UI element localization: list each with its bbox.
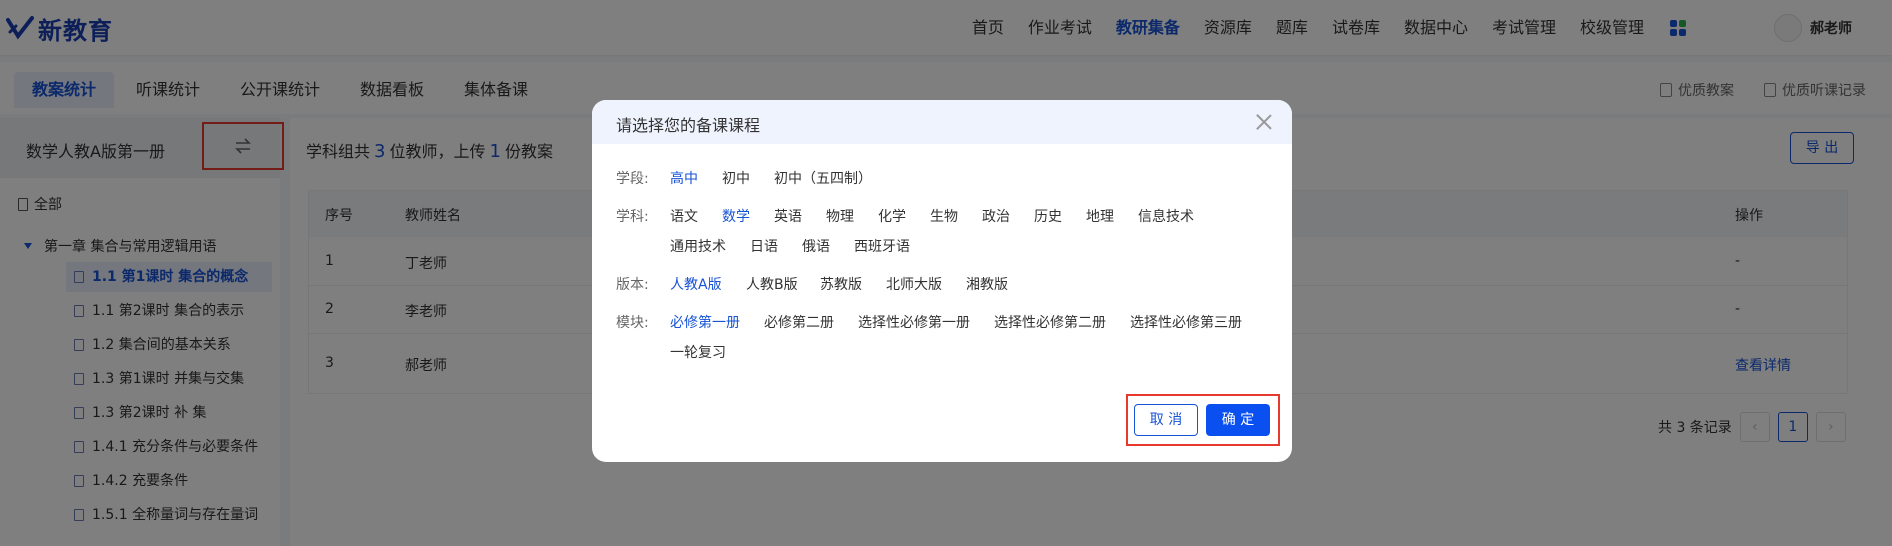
edition-option[interactable]: 人教A版	[670, 274, 722, 294]
subject-option[interactable]: 地理	[1086, 206, 1114, 226]
confirm-button[interactable]: 确 定	[1206, 404, 1270, 436]
module-option[interactable]: 一轮复习	[670, 342, 726, 362]
subject-option[interactable]: 西班牙语	[854, 236, 910, 256]
module-option[interactable]: 选择性必修第三册	[1130, 312, 1242, 332]
edition-option[interactable]: 人教B版	[746, 274, 798, 294]
subject-option[interactable]: 日语	[750, 236, 778, 256]
dialog-title: 请选择您的备课课程	[616, 116, 761, 135]
edition-label: 版本:	[616, 277, 649, 293]
subject-label: 学科:	[616, 209, 649, 225]
subject-option[interactable]: 物理	[826, 206, 854, 226]
subject-option[interactable]: 生物	[930, 206, 958, 226]
subject-option[interactable]: 政治	[982, 206, 1010, 226]
cancel-button[interactable]: 取 消	[1134, 404, 1198, 436]
stage-option[interactable]: 初中	[722, 168, 750, 188]
dialog-actions: 取 消 确 定	[1126, 394, 1280, 446]
module-option[interactable]: 选择性必修第一册	[858, 312, 970, 332]
subject-option[interactable]: 英语	[774, 206, 802, 226]
edition-option[interactable]: 湘教版	[966, 274, 1008, 294]
module-option[interactable]: 必修第二册	[764, 312, 834, 332]
subject-option[interactable]: 俄语	[802, 236, 830, 256]
edition-option[interactable]: 北师大版	[886, 274, 942, 294]
close-icon[interactable]	[1254, 112, 1274, 132]
subject-option[interactable]: 历史	[1034, 206, 1062, 226]
module-option[interactable]: 必修第一册	[670, 312, 740, 332]
subject-option[interactable]: 通用技术	[670, 236, 726, 256]
stage-option[interactable]: 初中（五四制）	[774, 168, 872, 188]
stage-label: 学段:	[616, 171, 649, 187]
dialog-header: 请选择您的备课课程	[592, 100, 1292, 144]
subject-option[interactable]: 语文	[670, 206, 698, 226]
edition-option[interactable]: 苏教版	[820, 274, 862, 294]
stage-option[interactable]: 高中	[670, 168, 698, 188]
module-label: 模块:	[616, 315, 649, 331]
module-option[interactable]: 选择性必修第二册	[994, 312, 1106, 332]
subject-option[interactable]: 信息技术	[1138, 206, 1194, 226]
course-select-dialog: 请选择您的备课课程 学段: 高中 初中 初中（五四制） 学科: 语文 数学 英语…	[592, 100, 1292, 462]
subject-option[interactable]: 化学	[878, 206, 906, 226]
subject-option[interactable]: 数学	[722, 206, 750, 226]
